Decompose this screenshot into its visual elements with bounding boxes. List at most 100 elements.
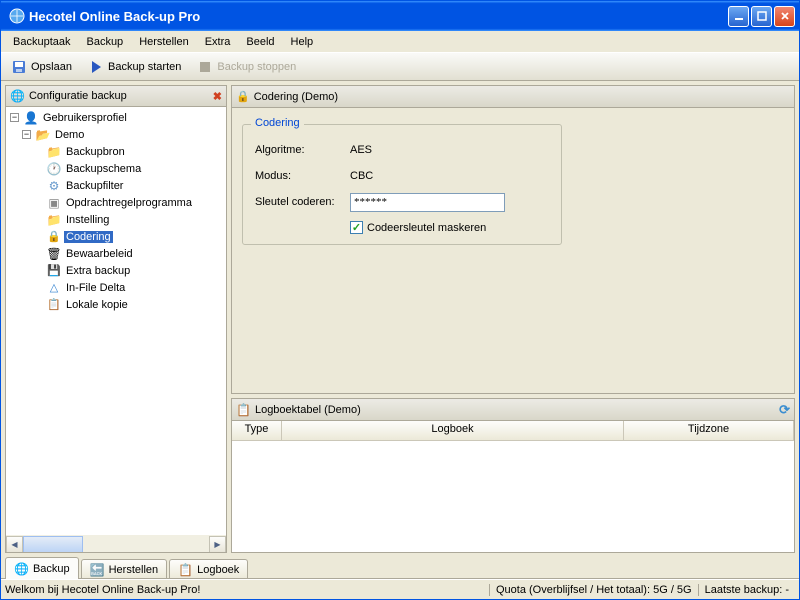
collapse-icon[interactable]: − (22, 130, 31, 139)
mask-label: Codeersleutel maskeren (367, 222, 486, 234)
content-area: Configuratie backup − Gebruikersprofiel … (1, 81, 799, 557)
menu-extra[interactable]: Extra (197, 34, 239, 50)
menu-beeld[interactable]: Beeld (238, 34, 282, 50)
tape-icon (46, 263, 62, 279)
lock-icon (236, 90, 250, 103)
groupbox-title: Codering (251, 117, 304, 129)
coding-panel-title: Codering (Demo) (254, 91, 338, 103)
minimize-button[interactable] (728, 6, 749, 27)
tab-logboek[interactable]: Logboek (169, 559, 248, 579)
tree-node-infile-delta[interactable]: In-File Delta (8, 279, 224, 296)
key-input[interactable] (350, 193, 505, 212)
col-logboek[interactable]: Logboek (282, 421, 624, 440)
tree-label: Opdrachtregelprogramma (64, 197, 194, 209)
tree-node-cmdline[interactable]: Opdrachtregelprogramma (8, 194, 224, 211)
main-area: Codering (Demo) Codering Algoritme: AES … (231, 85, 795, 553)
tab-label: Logboek (197, 564, 239, 576)
globe-icon (10, 89, 25, 103)
tree-label: Backupfilter (64, 180, 125, 192)
algorithm-value: AES (350, 144, 372, 156)
delete-icon[interactable] (213, 90, 222, 103)
tree-node-backupfilter[interactable]: Backupfilter (8, 177, 224, 194)
menu-backup[interactable]: Backup (78, 34, 131, 50)
play-icon (88, 59, 104, 75)
status-welcome: Welkom bij Hecotel Online Back-up Pro! (5, 584, 489, 596)
sidebar: Configuratie backup − Gebruikersprofiel … (5, 85, 227, 553)
log-panel-title: Logboektabel (Demo) (255, 404, 361, 416)
tab-herstellen[interactable]: Herstellen (81, 559, 167, 579)
scroll-thumb[interactable] (23, 536, 83, 553)
menu-backuptaak[interactable]: Backuptaak (5, 34, 78, 50)
log-icon (178, 563, 193, 577)
log-table-header: Type Logboek Tijdzone (232, 421, 794, 441)
stop-backup-label: Backup stoppen (217, 61, 296, 73)
mask-checkbox[interactable]: ✓ (350, 221, 363, 234)
status-quota: Quota (Overblijfsel / Het totaal): 5G / … (489, 584, 698, 596)
trash-icon (46, 246, 62, 262)
delta-icon (46, 280, 62, 296)
menu-help[interactable]: Help (283, 34, 322, 50)
tab-label: Herstellen (109, 564, 159, 576)
toolbar: Opslaan Backup starten Backup stoppen (1, 53, 799, 81)
maximize-button[interactable] (751, 6, 772, 27)
tree-label: Gebruikersprofiel (41, 112, 129, 124)
config-tree[interactable]: − Gebruikersprofiel − Demo Backupbron Ba… (6, 107, 226, 315)
row-mask: ✓ Codeersleutel maskeren (255, 221, 549, 234)
horizontal-scrollbar[interactable]: ◀ ▶ (6, 535, 226, 552)
start-backup-label: Backup starten (108, 61, 181, 73)
stop-icon (197, 59, 213, 75)
col-type[interactable]: Type (232, 421, 282, 440)
coding-panel-header: Codering (Demo) (232, 86, 794, 108)
tree-label: Demo (53, 129, 86, 141)
tree-label: Lokale kopie (64, 299, 130, 311)
collapse-icon[interactable]: − (10, 113, 19, 122)
mode-value: CBC (350, 170, 373, 182)
clock-icon (46, 161, 62, 177)
scroll-track[interactable] (23, 536, 209, 553)
tab-backup[interactable]: Backup (5, 557, 79, 579)
save-label: Opslaan (31, 61, 72, 73)
cmd-icon (46, 195, 62, 211)
tree-node-demo[interactable]: − Demo (8, 126, 224, 143)
col-tijdzone[interactable]: Tijdzone (624, 421, 794, 440)
tree-label: Extra backup (64, 265, 132, 277)
save-button[interactable]: Opslaan (5, 57, 78, 77)
log-table-body (232, 441, 794, 552)
refresh-icon[interactable] (779, 402, 790, 418)
user-icon (23, 110, 39, 126)
tree-node-extra-backup[interactable]: Extra backup (8, 262, 224, 279)
status-last-backup: Laatste backup: - (698, 584, 795, 596)
coding-groupbox: Codering Algoritme: AES Modus: CBC Sleut… (242, 124, 562, 245)
settings-icon (46, 212, 62, 228)
menu-herstellen[interactable]: Herstellen (131, 34, 197, 50)
tree-node-backupschema[interactable]: Backupschema (8, 160, 224, 177)
folder-icon (46, 144, 62, 160)
folder-open-icon (35, 127, 51, 143)
globe-icon (14, 562, 29, 576)
tree-node-codering[interactable]: Codering (8, 228, 224, 245)
tree-node-backupbron[interactable]: Backupbron (8, 143, 224, 160)
scroll-left-button[interactable]: ◀ (6, 536, 23, 553)
tree-node-lokale-kopie[interactable]: Lokale kopie (8, 296, 224, 313)
titlebar-title: Hecotel Online Back-up Pro (29, 9, 728, 24)
coding-panel-body: Codering Algoritme: AES Modus: CBC Sleut… (232, 108, 794, 393)
tree-label: Instelling (64, 214, 111, 226)
copy-icon (46, 297, 62, 313)
tree-node-bewaarbeleid[interactable]: Bewaarbeleid (8, 245, 224, 262)
scroll-right-button[interactable]: ▶ (209, 536, 226, 553)
tree-label: In-File Delta (64, 282, 127, 294)
app-icon (9, 8, 25, 24)
tree-label: Backupschema (64, 163, 143, 175)
algorithm-label: Algoritme: (255, 144, 350, 156)
close-button[interactable] (774, 6, 795, 27)
save-icon (11, 59, 27, 75)
log-panel-header: Logboektabel (Demo) (232, 399, 794, 421)
tree-node-instelling[interactable]: Instelling (8, 211, 224, 228)
start-backup-button[interactable]: Backup starten (82, 57, 187, 77)
lock-icon (46, 229, 62, 245)
mode-label: Modus: (255, 170, 350, 182)
tree-node-user-profile[interactable]: − Gebruikersprofiel (8, 109, 224, 126)
tree-label: Bewaarbeleid (64, 248, 135, 260)
tree-label: Backupbron (64, 146, 127, 158)
tree-label: Codering (64, 231, 113, 243)
